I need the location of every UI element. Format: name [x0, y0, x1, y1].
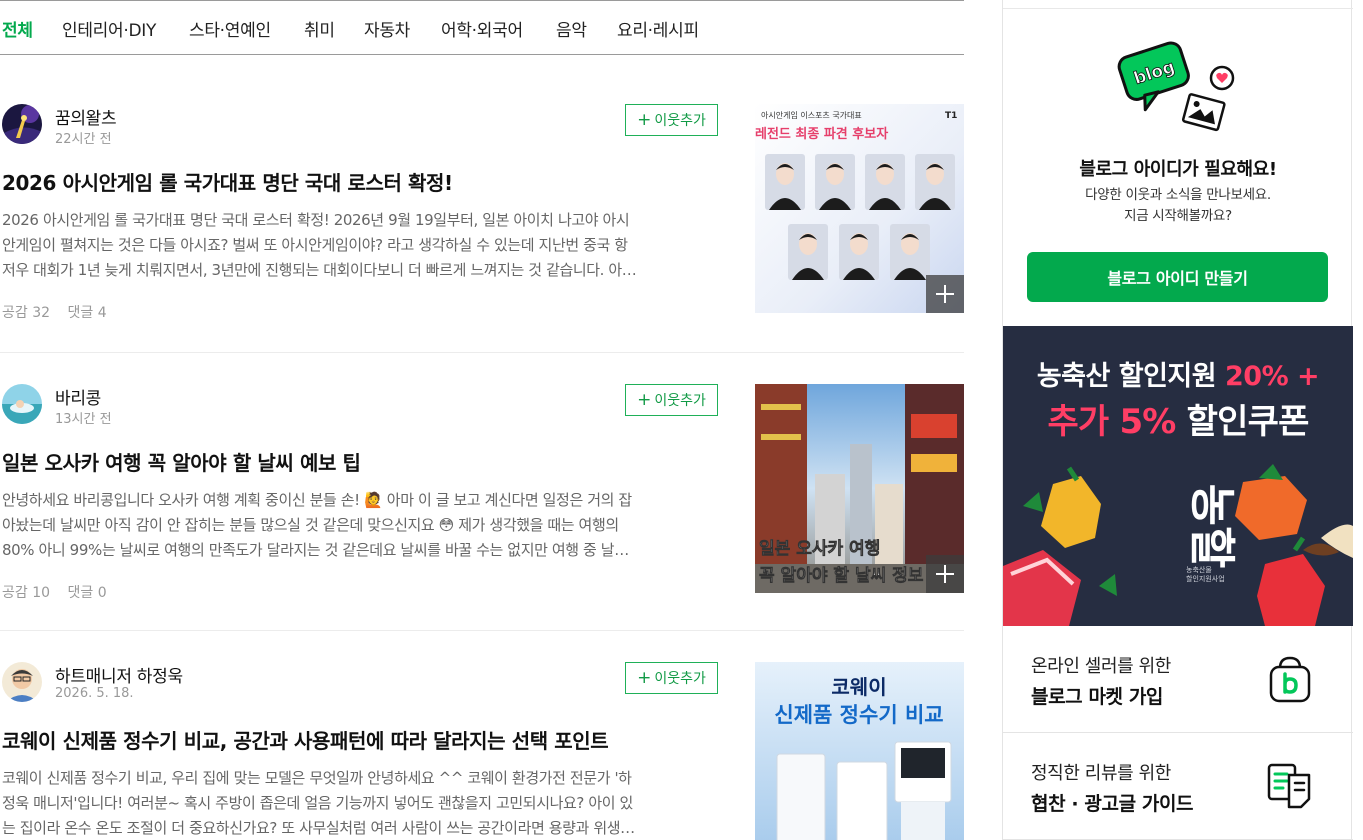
- post-body: 바리콩 13시간 전 + 이웃추가 일본 오사카 여행 꼭 알아야 할 날씨 예…: [0, 384, 964, 632]
- banner-subtitle: 온라인 셀러를 위한: [1031, 656, 1171, 677]
- ad-small-line: 할인지원사업: [1186, 575, 1225, 583]
- thumb-text-line2: 신제품 정수기 비교: [774, 703, 943, 727]
- post-time: 13시간 전: [55, 412, 112, 427]
- excerpt-line: 80% 아니 99%는 날씨로 여행의 만족도가 달라지는 것 같은데요 날씨를…: [2, 541, 629, 559]
- create-blog-id-button[interactable]: 블로그 아이디 만들기: [1027, 252, 1328, 302]
- tab-car[interactable]: 자동차: [364, 16, 410, 41]
- tab-interior-diy[interactable]: 인테리어·DIY: [62, 16, 156, 41]
- excerpt-line: 정욱 매니저'입니다! 여러분~ 혹시 주방이 좁은데 얼음 기능까지 넣어도 …: [2, 794, 633, 812]
- post-time: 22시간 전: [55, 132, 112, 147]
- guide-document-icon: [1265, 761, 1315, 811]
- like-count[interactable]: 공감 10: [2, 585, 50, 601]
- thumb-headline: 레전드 최종 파견 후보자: [755, 126, 888, 142]
- expand-icon[interactable]: [926, 275, 964, 313]
- post-thumbnail[interactable]: 아시안게임 이스포츠 국가대표 레전드 최종 파견 후보자 T1: [755, 104, 964, 313]
- desc-line: 지금 시작해볼까요?: [1124, 208, 1232, 224]
- excerpt-line: 코웨이 신제품 정수기 비교, 우리 집에 맞는 모델은 무엇일까 안녕하세요 …: [2, 769, 632, 787]
- plus-icon: +: [637, 109, 652, 130]
- comment-count[interactable]: 댓글 4: [67, 305, 106, 321]
- follow-label: 이웃추가: [654, 113, 706, 129]
- excerpt-line: 2026 아시안게임 롤 국가대표 명단 국대 로스터 확정! 2026년 9월…: [2, 211, 630, 229]
- banner-title: 협찬 · 광고글 가이드: [1031, 793, 1194, 815]
- thumb-text-line2: 꼭 알아야 할 날씨 정보: [759, 566, 924, 586]
- post-card: 바리콩 13시간 전 + 이웃추가 일본 오사카 여행 꼭 알아야 할 날씨 예…: [0, 352, 964, 631]
- author-avatar[interactable]: [2, 384, 42, 424]
- post-excerpt[interactable]: 안녕하세요 바리콩입니다 오사카 여행 계획 중이신 분들 손! 🙋 아마 이 …: [2, 488, 718, 563]
- blog-id-description: 다양한 이웃과 소식을 만나보세요. 지금 시작해볼까요?: [1003, 185, 1353, 227]
- tab-all[interactable]: 전체: [2, 16, 33, 41]
- follow-button[interactable]: + 이웃추가: [625, 384, 718, 416]
- post-thumbnail[interactable]: 코웨이 신제품 정수기 비교: [755, 662, 964, 840]
- ad-headline-2: 추가 5% 할인쿠폰: [1003, 394, 1353, 443]
- tab-star-celebrity[interactable]: 스타·연예인: [189, 16, 271, 41]
- post-thumbnail[interactable]: 일본 오사카 여행 꼭 알아야 할 날씨 정보: [755, 384, 964, 593]
- plus-icon: +: [637, 667, 652, 688]
- author-name[interactable]: 하트매니저 하정욱: [55, 662, 183, 687]
- post-meta: 공감 10 댓글 0: [2, 582, 120, 602]
- ad-small-caption: 농축산물 할인지원사업: [1186, 566, 1225, 584]
- category-tabs: 전체 인테리어·DIY 스타·연예인 취미 자동차 어학·외국어 음악 요리·레…: [0, 0, 964, 55]
- ad-headline-1-white: 농축산 할인지원: [1036, 361, 1226, 392]
- ad-logo-text: 농할: [1185, 484, 1239, 569]
- expand-icon[interactable]: [926, 555, 964, 593]
- plus-icon: +: [637, 389, 652, 410]
- ad-produce-illustration: 농할: [1003, 464, 1353, 626]
- post-excerpt[interactable]: 2026 아시안게임 롤 국가대표 명단 국대 로스터 확정! 2026년 9월…: [2, 208, 718, 283]
- like-count[interactable]: 공감 32: [2, 305, 50, 321]
- follow-button[interactable]: + 이웃추가: [625, 104, 718, 136]
- excerpt-line: 아놨는데 날씨만 아직 감이 안 잡히는 분들 많으실 것 같은데 맞으신지요 …: [2, 516, 619, 534]
- ad-headline-1: 농축산 할인지원 20% +: [1003, 354, 1353, 393]
- excerpt-line: 는 집이라 온수 온도 조절이 더 중요하신가요? 또 사무실처럼 여러 사람이…: [2, 819, 635, 837]
- author-name[interactable]: 꿈의왈츠: [55, 104, 117, 129]
- post-title[interactable]: 코웨이 신제품 정수기 비교, 공간과 사용패턴에 따라 달라지는 선택 포인트: [2, 725, 718, 754]
- post-card: 꿈의왈츠 22시간 전 + 이웃추가 2026 아시안게임 롤 국가대표 명단 …: [0, 104, 964, 382]
- thumb-header: 아시안게임 이스포츠 국가대표: [761, 110, 862, 120]
- post-body: 하트매니저 하정욱 2026. 5. 18. + 이웃추가 코웨이 신제품 정수…: [0, 662, 964, 840]
- thumb-corner-logo: T1: [945, 111, 957, 121]
- post-meta: 공감 32 댓글 4: [2, 302, 120, 322]
- blog-id-title: 블로그 아이디가 필요해요!: [1079, 159, 1277, 180]
- post-card: 하트매니저 하정욱 2026. 5. 18. + 이웃추가 코웨이 신제품 정수…: [0, 630, 964, 840]
- blog-market-banner[interactable]: 온라인 셀러를 위한 블로그 마켓 가입: [1003, 626, 1353, 733]
- shopping-bag-icon: [1265, 654, 1315, 704]
- author-name[interactable]: 바리콩: [55, 384, 101, 409]
- banner-subtitle: 정직한 리뷰를 위한: [1031, 763, 1171, 784]
- excerpt-line: 안게임이 펼쳐지는 것은 다들 아시죠? 벌써 또 아시안게임이야? 라고 생각…: [2, 236, 628, 254]
- follow-label: 이웃추가: [654, 671, 706, 687]
- post-title[interactable]: 일본 오사카 여행 꼭 알아야 할 날씨 예보 팁: [2, 447, 718, 476]
- tab-music[interactable]: 음악: [556, 16, 587, 41]
- sponsorship-guide-banner[interactable]: 정직한 리뷰를 위한 협찬 · 광고글 가이드: [1003, 733, 1353, 840]
- tab-cooking-recipe[interactable]: 요리·레시피: [617, 16, 699, 41]
- comment-count[interactable]: 댓글 0: [67, 585, 106, 601]
- author-avatar[interactable]: [2, 662, 42, 702]
- blog-id-card: blog 블로그 아이디가 필요해요! 다양한 이웃과 소식을 만나보세요. 지…: [1003, 8, 1353, 326]
- excerpt-line: 저우 대회가 1년 늦게 치뤄지면서, 3년만에 진행되는 대회이다보니 더 빠…: [2, 261, 637, 279]
- right-sidebar: blog 블로그 아이디가 필요해요! 다양한 이웃과 소식을 만나보세요. 지…: [1002, 0, 1353, 840]
- banner-title: 블로그 마켓 가입: [1031, 686, 1163, 708]
- ad-headline-1-pink: 20% +: [1225, 361, 1320, 392]
- ad-small-line: 농축산물: [1186, 566, 1212, 574]
- ad-headline-2-pink: 추가 5%: [1047, 402, 1187, 442]
- author-avatar[interactable]: [2, 104, 42, 144]
- desc-line: 다양한 이웃과 소식을 만나보세요.: [1085, 187, 1271, 203]
- thumb-text-line1: 코웨이: [831, 675, 886, 699]
- follow-button[interactable]: + 이웃추가: [625, 662, 718, 694]
- blog-illustration-icon: blog: [1115, 35, 1235, 135]
- excerpt-line: 안녕하세요 바리콩입니다 오사카 여행 계획 중이신 분들 손! 🙋 아마 이 …: [2, 491, 632, 509]
- ad-banner[interactable]: 농축산 할인지원 20% + 추가 5% 할인쿠폰 농할 농축산물 할인지원사업: [1003, 326, 1353, 626]
- post-time: 2026. 5. 18.: [55, 686, 134, 701]
- ad-headline-2-white: 할인쿠폰: [1186, 402, 1310, 442]
- tab-hobby[interactable]: 취미: [304, 16, 335, 41]
- thumb-text-line1: 일본 오사카 여행: [759, 539, 880, 559]
- tab-language[interactable]: 어학·외국어: [441, 16, 523, 41]
- post-excerpt[interactable]: 코웨이 신제품 정수기 비교, 우리 집에 맞는 모델은 무엇일까 안녕하세요 …: [2, 766, 718, 840]
- follow-label: 이웃추가: [654, 393, 706, 409]
- post-title[interactable]: 2026 아시안게임 롤 국가대표 명단 국대 로스터 확정!: [2, 167, 718, 196]
